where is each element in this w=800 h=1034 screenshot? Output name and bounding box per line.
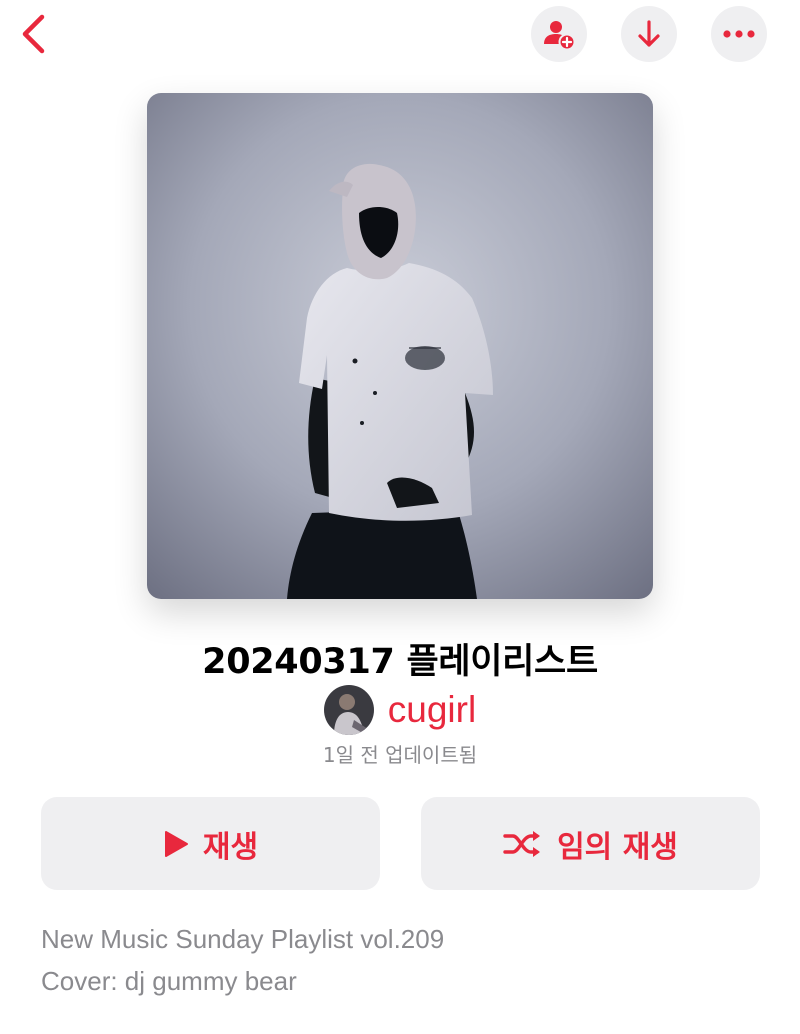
back-button[interactable] <box>8 6 58 62</box>
shuffle-button[interactable]: 임의 재생 <box>421 797 760 890</box>
playlist-title: 20240317 플레이리스트 <box>202 642 598 682</box>
curator-name-link[interactable]: cugirl <box>388 689 476 731</box>
shuffle-label: 임의 재생 <box>557 829 678 865</box>
download-button[interactable] <box>621 6 677 62</box>
description-line-1: New Music Sunday Playlist vol.209 <box>41 924 445 954</box>
more-button[interactable] <box>711 6 767 62</box>
play-icon <box>164 830 188 857</box>
more-ellipsis-icon <box>723 30 755 38</box>
add-to-profile-button[interactable] <box>531 6 587 62</box>
add-person-icon <box>544 21 576 51</box>
chevron-left-icon <box>22 14 45 54</box>
play-label: 재생 <box>202 829 259 865</box>
curator-row[interactable]: cugirl <box>0 684 800 736</box>
download-arrow-icon <box>638 20 660 47</box>
playlist-artwork <box>147 93 653 599</box>
updated-label: 1일 전 업데이트됨 <box>322 743 478 767</box>
shuffle-icon <box>503 830 541 857</box>
avatar[interactable] <box>323 685 374 735</box>
play-button[interactable]: 재생 <box>41 797 380 890</box>
description-line-2: Cover: dj gummy bear <box>41 966 297 996</box>
